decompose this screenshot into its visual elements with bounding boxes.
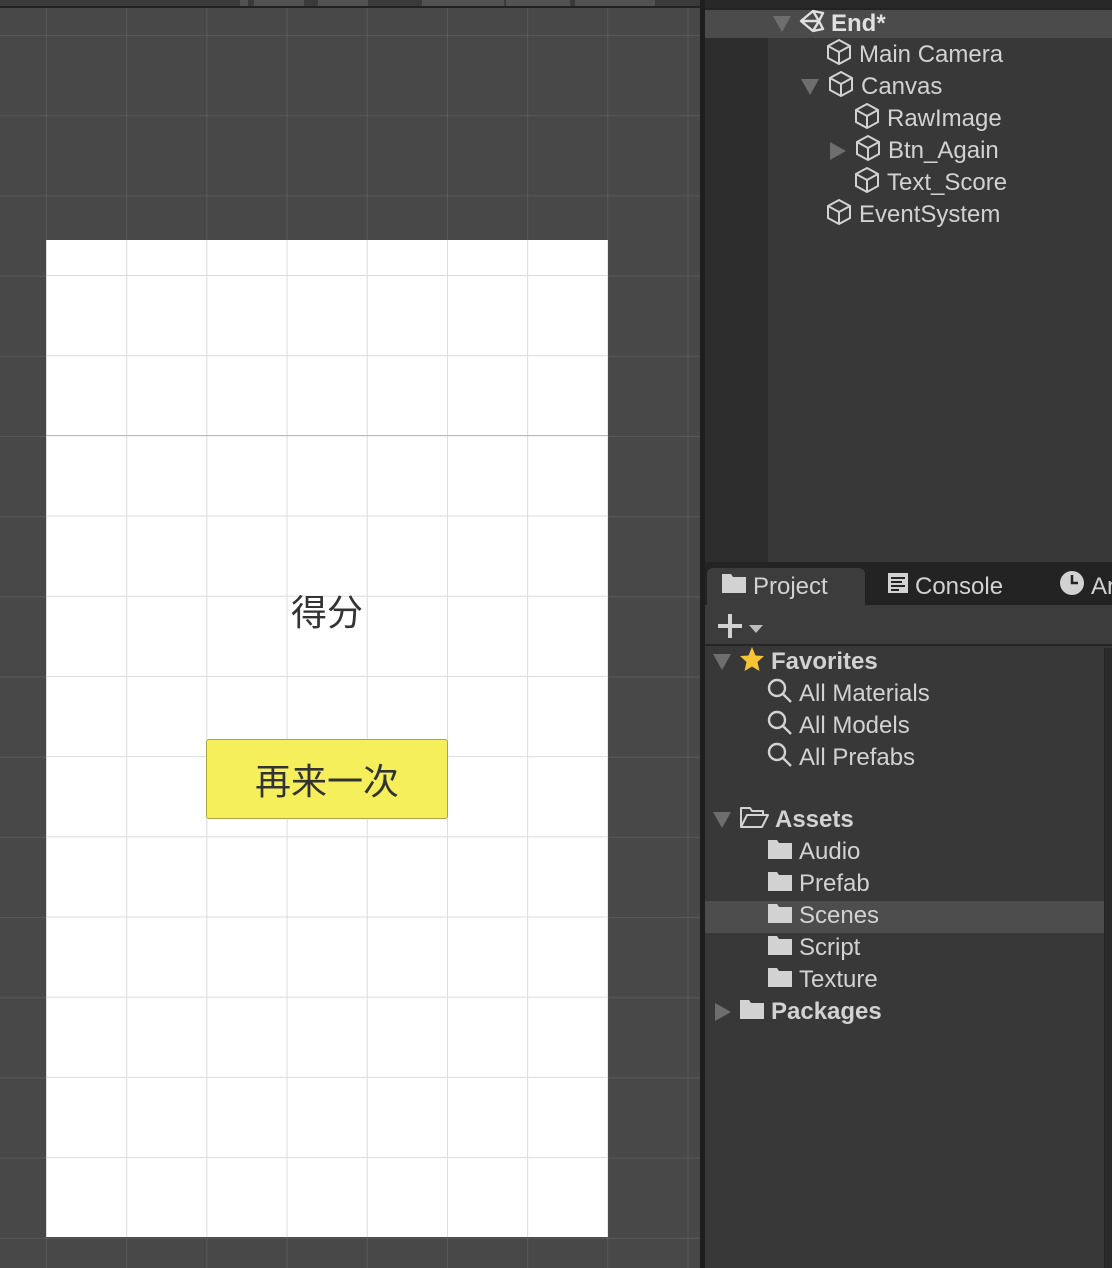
- scene-root[interactable]: End*: [773, 8, 886, 40]
- folder-icon: [721, 572, 747, 601]
- star-icon: [739, 646, 765, 679]
- tab-project[interactable]: Project: [707, 568, 865, 605]
- game-canvas: 得分 再来一次: [46, 240, 608, 1237]
- tab-animation[interactable]: An: [1045, 568, 1112, 605]
- hierarchy-item-main-camera[interactable]: Main Camera: [825, 38, 1003, 73]
- assets-folder[interactable]: Assets: [713, 804, 854, 836]
- favorites-folder[interactable]: Favorites: [713, 646, 878, 678]
- folder-icon: [739, 998, 765, 1027]
- expand-arrow-icon[interactable]: [713, 654, 731, 670]
- expand-arrow-icon[interactable]: [773, 16, 791, 32]
- folder-icon: [767, 870, 793, 899]
- scene-toolbar: [0, 0, 700, 8]
- cube-icon: [854, 134, 882, 169]
- cube-icon: [827, 70, 855, 105]
- assets-script-folder[interactable]: Script: [767, 932, 860, 964]
- project-toolbar: [705, 605, 1112, 646]
- folder-icon: [767, 934, 793, 963]
- assets-scenes-folder[interactable]: Scenes: [767, 900, 879, 932]
- open-folder-icon: [739, 805, 769, 836]
- score-text: 得分: [290, 592, 363, 633]
- assets-prefab-folder[interactable]: Prefab: [767, 868, 870, 900]
- tab-console[interactable]: Console: [873, 568, 1003, 605]
- search-icon: [767, 742, 793, 775]
- assets-texture-folder[interactable]: Texture: [767, 964, 878, 996]
- hierarchy-item-btn-again[interactable]: Btn_Again: [830, 134, 999, 169]
- assets-audio-folder[interactable]: Audio: [767, 836, 860, 868]
- scene-view[interactable]: 得分 再来一次: [0, 0, 700, 1268]
- clock-icon: [1059, 570, 1085, 603]
- cube-icon: [853, 102, 881, 137]
- scene-header-row[interactable]: [705, 8, 1112, 38]
- scrollbar[interactable]: [1104, 648, 1112, 1268]
- search-icon: [767, 678, 793, 711]
- create-button[interactable]: [717, 613, 763, 644]
- console-icon: [887, 572, 909, 601]
- hierarchy-panel: End* Main Camera Canvas RawImage Btn_Aga…: [705, 8, 1112, 562]
- expand-arrow-icon[interactable]: [801, 79, 819, 95]
- expand-arrow-icon[interactable]: [713, 812, 731, 828]
- packages-folder[interactable]: Packages: [715, 996, 882, 1028]
- collapse-arrow-icon[interactable]: [715, 1003, 731, 1021]
- favorite-all-materials[interactable]: All Materials: [767, 678, 930, 710]
- project-panel: Project Console An Favorites All Materia…: [705, 562, 1112, 1268]
- plus-icon: [717, 613, 743, 644]
- cube-icon: [825, 198, 853, 233]
- hierarchy-item-rawimage[interactable]: RawImage: [853, 102, 1002, 137]
- hierarchy-item-eventsystem[interactable]: EventSystem: [825, 198, 1000, 233]
- panel-tabs: Project Console An: [705, 562, 1112, 605]
- hierarchy-item-text-score[interactable]: Text_Score: [853, 166, 1007, 201]
- collapse-arrow-icon[interactable]: [830, 142, 846, 160]
- folder-icon: [767, 902, 793, 931]
- cube-icon: [825, 38, 853, 73]
- selection-highlight: [705, 901, 1104, 933]
- play-again-button[interactable]: 再来一次: [206, 739, 448, 819]
- search-icon: [767, 710, 793, 743]
- favorite-all-prefabs[interactable]: All Prefabs: [767, 742, 915, 774]
- favorite-all-models[interactable]: All Models: [767, 710, 910, 742]
- folder-icon: [767, 838, 793, 867]
- dropdown-arrow-icon: [749, 624, 763, 633]
- cube-icon: [853, 166, 881, 201]
- unity-logo-icon: [799, 9, 825, 40]
- play-again-label: 再来一次: [254, 761, 399, 802]
- canvas-axis-line: [46, 435, 608, 436]
- scene-name: End*: [831, 10, 886, 37]
- hierarchy-item-canvas[interactable]: Canvas: [801, 70, 942, 105]
- folder-icon: [767, 966, 793, 995]
